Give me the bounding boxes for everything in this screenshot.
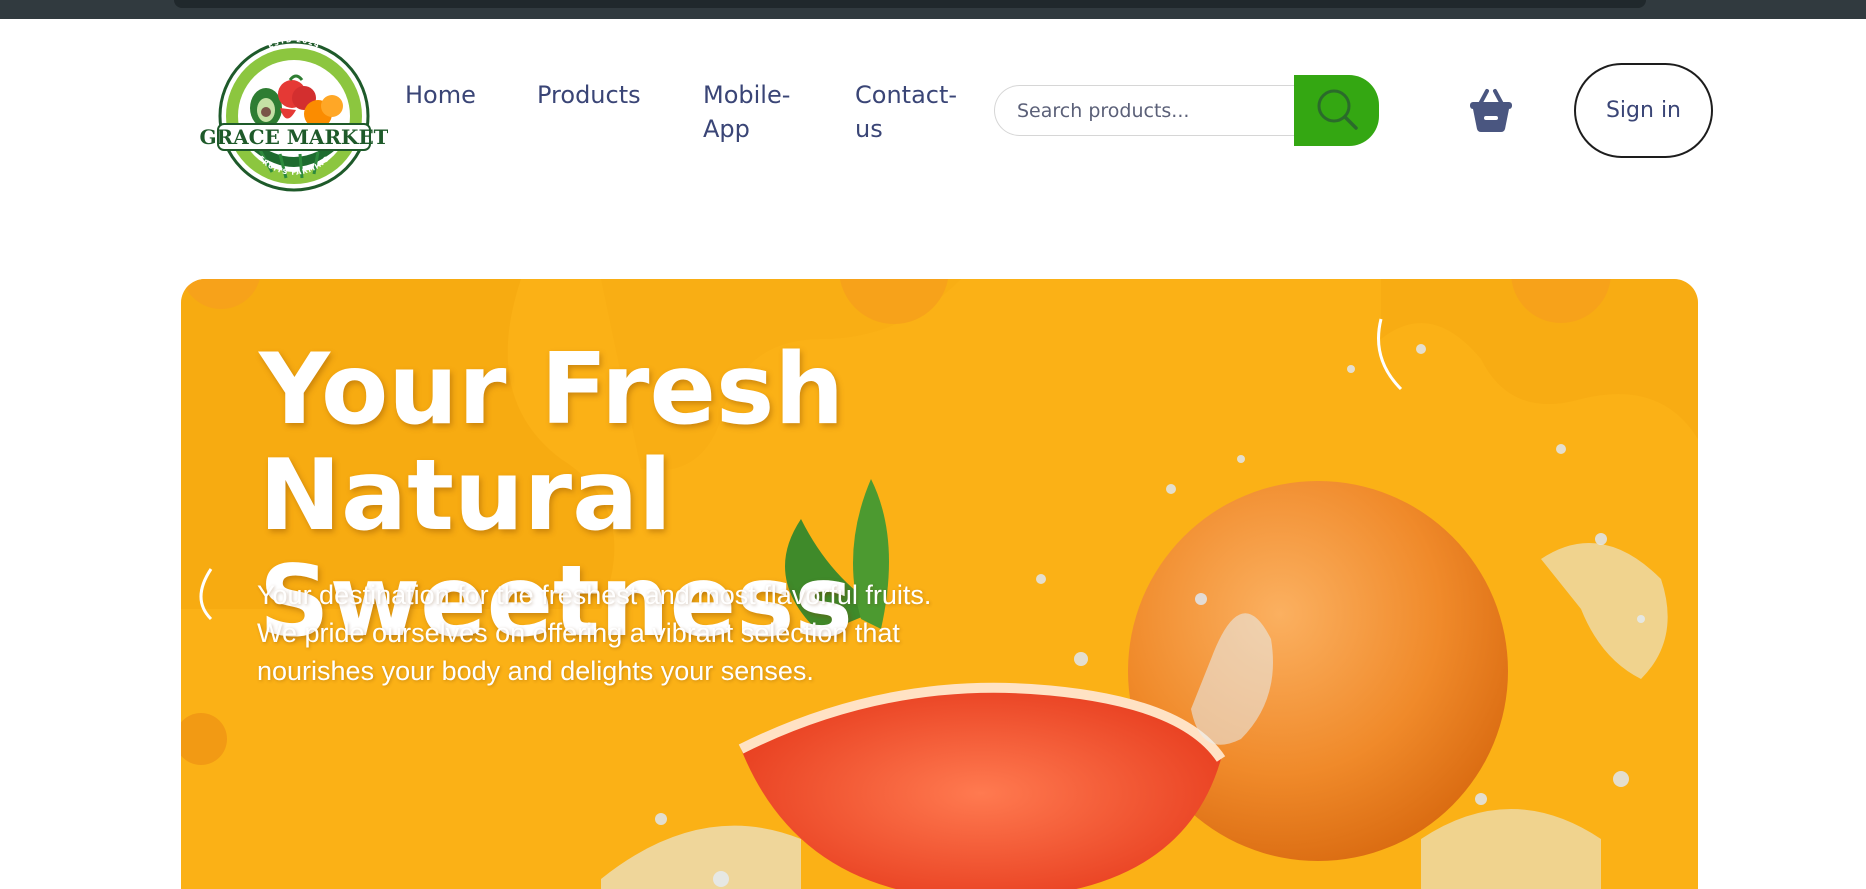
cart-button[interactable]: [1462, 83, 1520, 141]
hero-banner: Your Fresh Natural Sweetness Your destin…: [181, 279, 1698, 889]
search-icon: [1315, 87, 1359, 134]
nav-products[interactable]: Products: [537, 78, 641, 112]
top-bar-strip: [174, 0, 1646, 8]
search-input[interactable]: [994, 85, 1316, 136]
browser-top-bar: [0, 0, 1866, 19]
logo-wordmark: GRACE MARKET: [200, 125, 388, 149]
site-header: GRACE MARKET ESTD 2024 FRUITS FARMING Ho…: [0, 19, 1866, 209]
nav-mobile-app[interactable]: Mobile-App: [703, 78, 803, 146]
sign-in-button[interactable]: Sign in: [1574, 63, 1713, 158]
hero-title-line-1: Your Fresh Natural: [259, 333, 845, 553]
search-button[interactable]: [1294, 75, 1379, 146]
nav-contact-us[interactable]: Contact-us: [855, 78, 965, 146]
search-bar: [994, 75, 1379, 146]
nav-home[interactable]: Home: [405, 78, 476, 112]
hero-subtitle: Your destination for the freshest and mo…: [257, 580, 932, 686]
shopping-basket-icon: [1467, 86, 1515, 138]
grace-market-logo[interactable]: GRACE MARKET ESTD 2024 FRUITS FARMING: [199, 32, 389, 194]
